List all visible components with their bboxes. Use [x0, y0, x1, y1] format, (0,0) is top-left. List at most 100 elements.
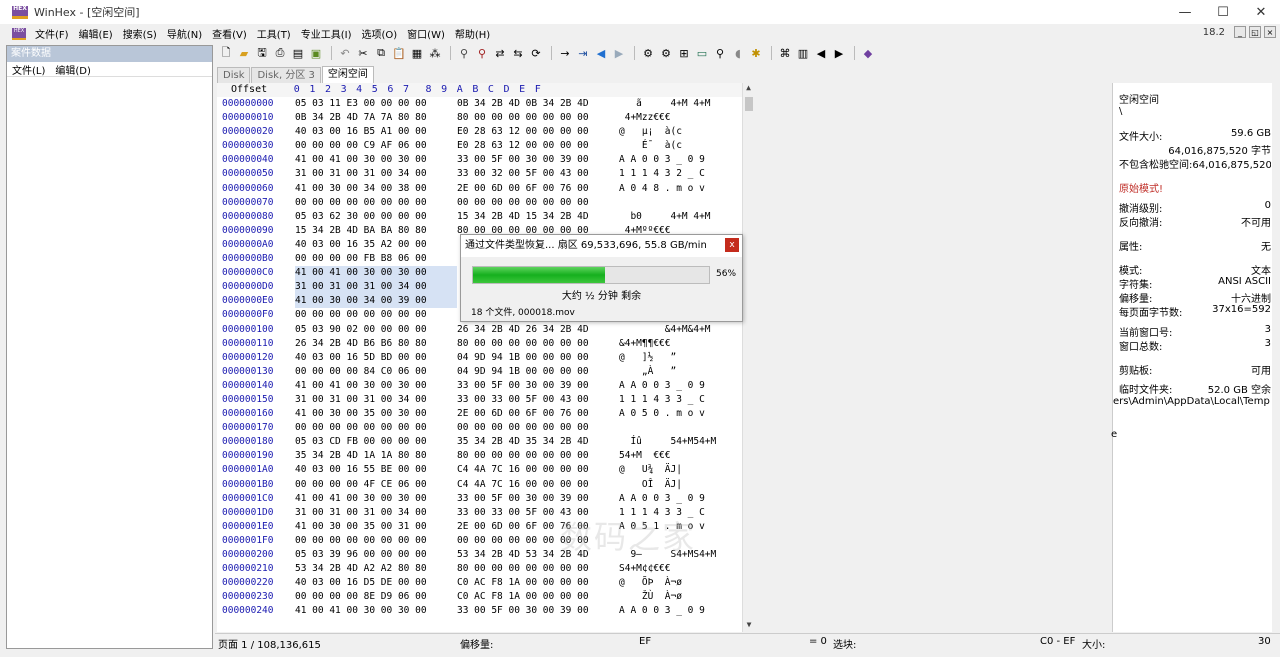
replace-hex-icon[interactable]: ⇆ — [510, 45, 526, 61]
calculator-icon[interactable]: ▭ — [694, 45, 710, 61]
open-folder-icon[interactable]: ▰ — [236, 45, 252, 61]
hex-bytes-high: 33 00 32 00 5F 00 43 00 — [457, 168, 589, 180]
case-menu-file[interactable]: 文件(L) — [7, 62, 50, 77]
data-interpreter-icon[interactable]: ⊞ — [676, 45, 692, 61]
hex-row[interactable]: 000000050 31 00 31 00 31 00 34 00 33 00 32… — [217, 167, 754, 181]
tab-disk[interactable]: Disk — [217, 67, 251, 83]
hex-row[interactable]: 000000120 40 03 00 16 5D BD 00 00 04 9D 94… — [217, 351, 754, 365]
undo-icon[interactable]: ↶ — [337, 45, 353, 61]
hex-row[interactable]: 000000100 05 03 90 02 00 00 00 00 26 34 2B… — [217, 323, 754, 337]
hex-row-offset: 000000080 — [222, 210, 274, 222]
scroll-up-icon[interactable]: ▲ — [743, 83, 754, 95]
status-bar: 页面 1 / 108,136,615 偏移量: EF = 0 选块: C0 - … — [215, 633, 1280, 651]
document-icon[interactable]: HEX — [12, 27, 26, 40]
hex-row[interactable]: 000000000 05 03 11 E3 00 00 00 00 0B 34 2B… — [217, 97, 754, 111]
replace-text-icon[interactable]: ⇄ — [492, 45, 508, 61]
search-icon[interactable]: ⚲ — [712, 45, 728, 61]
back-icon[interactable]: ◀ — [593, 45, 609, 61]
case-data-title: 案件数据 — [7, 46, 212, 62]
hex-row[interactable]: 000000160 41 00 30 00 35 00 30 00 2E 00 6D… — [217, 407, 754, 421]
menu-view[interactable]: 查看(V) — [207, 26, 252, 41]
hex-row[interactable]: 000000080 05 03 62 30 00 00 00 00 15 34 2B… — [217, 210, 754, 224]
copy-icon[interactable]: ⧉ — [373, 45, 389, 61]
info-path: \ — [1119, 106, 1123, 117]
menu-tools[interactable]: 工具(T) — [252, 26, 296, 41]
hex-row[interactable]: 000000220 40 03 00 16 D5 DE 00 00 C0 AC F8… — [217, 576, 754, 590]
copy-block-icon[interactable]: ▦ — [409, 45, 425, 61]
hex-row-ascii — [619, 196, 754, 210]
hex-row-offset: 000000040 — [222, 154, 274, 166]
mdi-restore-button[interactable]: ◱ — [1249, 26, 1261, 38]
hex-convert-icon[interactable]: ⁂ — [427, 45, 443, 61]
mdi-minimize-button[interactable]: _ — [1234, 26, 1246, 38]
window-controls: — ☐ ✕ — [1166, 0, 1280, 24]
tab-disk-partition-3[interactable]: Disk, 分区 3 — [251, 67, 321, 83]
analyze-icon[interactable]: ⌘ — [777, 45, 793, 61]
vertical-scrollbar[interactable]: ▲ ▼ — [742, 83, 754, 632]
status-offset-label: 偏移量: — [460, 640, 494, 651]
hex-row[interactable]: 000000020 40 03 00 16 B5 A1 00 00 E0 28 63… — [217, 125, 754, 139]
hex-row[interactable]: 000000170 00 00 00 00 00 00 00 00 00 00 00… — [217, 421, 754, 435]
scroll-down-icon[interactable]: ▼ — [743, 620, 755, 632]
goto-offset-icon[interactable]: → — [557, 45, 573, 61]
speaker-icon[interactable]: ◖ — [730, 45, 746, 61]
hex-row[interactable]: 000000150 31 00 31 00 31 00 34 00 33 00 33… — [217, 393, 754, 407]
hex-row[interactable]: 0000001C0 41 00 41 00 30 00 30 00 33 00 5F… — [217, 492, 754, 506]
hex-row[interactable]: 000000130 00 00 00 00 84 C0 06 00 04 9D 94… — [217, 365, 754, 379]
open-disk-icon[interactable]: ▣ — [308, 45, 324, 61]
hex-row[interactable]: 000000190 35 34 2B 4D 1A 1A 80 80 80 00 00… — [217, 449, 754, 463]
paste-icon[interactable]: 📋 — [391, 45, 407, 61]
find-text-icon[interactable]: ⚲ — [456, 45, 472, 61]
properties-icon[interactable]: ▤ — [290, 45, 306, 61]
hex-row-ascii: ŽÙ À¬ø — [619, 591, 682, 603]
goto-sector-icon[interactable]: ⇥ — [575, 45, 591, 61]
hex-row[interactable]: 000000140 41 00 41 00 30 00 30 00 33 00 5F… — [217, 379, 754, 393]
hex-row[interactable]: 000000040 41 00 41 00 30 00 30 00 33 00 5F… — [217, 153, 754, 167]
hex-row[interactable]: 0000001A0 40 03 00 16 55 BE 00 00 C4 4A 7C… — [217, 463, 754, 477]
hex-row[interactable]: 000000180 05 03 CD FB 00 00 00 00 35 34 2B… — [217, 435, 754, 449]
minimize-button[interactable]: — — [1166, 0, 1204, 24]
find-hex-icon[interactable]: ⚲ — [474, 45, 490, 61]
close-button[interactable]: ✕ — [1242, 0, 1280, 24]
case-menu-edit[interactable]: 编辑(D) — [50, 62, 96, 77]
hex-row[interactable]: 000000010 0B 34 2B 4D 7A 7A 80 80 80 00 00… — [217, 111, 754, 125]
hex-row-offset: 000000060 — [222, 182, 274, 194]
template-icon[interactable]: ▥ — [795, 45, 811, 61]
dialog-close-button[interactable]: x — [725, 238, 739, 252]
total-windows-value: 3 — [1264, 338, 1271, 349]
file-size-bytes: 64,016,875,520 字节 — [1168, 146, 1271, 156]
next-window-icon[interactable]: ▶ — [831, 45, 847, 61]
save-icon[interactable]: 🖫 — [254, 45, 270, 61]
menu-search[interactable]: 搜索(S) — [118, 26, 162, 41]
cut-icon[interactable]: ✂ — [355, 45, 371, 61]
new-file-icon[interactable]: 🗋 — [218, 45, 234, 61]
hex-row[interactable]: 000000060 41 00 30 00 34 00 38 00 2E 00 6D… — [217, 182, 754, 196]
disk-tools-icon[interactable]: ⚙ — [640, 45, 656, 61]
previous-window-icon[interactable]: ◀ — [813, 45, 829, 61]
menu-file[interactable]: 文件(F) — [30, 26, 74, 41]
menu-window[interactable]: 窗口(W) — [402, 26, 450, 41]
scroll-thumb[interactable] — [745, 97, 753, 111]
hash-icon[interactable]: ✱ — [748, 45, 764, 61]
tab-free-space[interactable]: 空闲空间 — [321, 66, 374, 83]
hex-bytes-high: 35 34 2B 4D 35 34 2B 4D — [457, 436, 589, 448]
print-icon[interactable]: ⎙ — [272, 45, 288, 61]
ram-editor-icon[interactable]: ⚙ — [658, 45, 674, 61]
menu-edit[interactable]: 编辑(E) — [74, 26, 118, 41]
menu-navigate[interactable]: 导航(N) — [162, 26, 207, 41]
mdi-close-button[interactable]: × — [1264, 26, 1276, 38]
menu-specialist-tools[interactable]: 专业工具(I) — [296, 26, 357, 41]
hex-row[interactable]: 000000240 41 00 41 00 30 00 30 00 33 00 5F… — [217, 604, 754, 618]
hex-row[interactable]: 000000210 53 34 2B 4D A2 A2 80 80 80 00 00… — [217, 562, 754, 576]
options-icon[interactable]: ◆ — [860, 45, 876, 61]
find-again-icon[interactable]: ⟳ — [528, 45, 544, 61]
menu-help[interactable]: 帮助(H) — [450, 26, 495, 41]
hex-row[interactable]: 000000030 00 00 00 00 C9 AF 06 00 E0 28 63… — [217, 139, 754, 153]
hex-row[interactable]: 000000230 00 00 00 00 8E D9 06 00 C0 AC F8… — [217, 590, 754, 604]
forward-icon[interactable]: ▶ — [611, 45, 627, 61]
hex-row[interactable]: 000000070 00 00 00 00 00 00 00 00 00 00 00… — [217, 196, 754, 210]
hex-row[interactable]: 000000110 26 34 2B 4D B6 B6 80 80 80 00 00… — [217, 337, 754, 351]
maximize-button[interactable]: ☐ — [1204, 0, 1242, 24]
menu-options[interactable]: 选项(O) — [356, 26, 402, 41]
hex-row[interactable]: 0000001B0 00 00 00 00 4F CE 06 00 C4 4A 7C… — [217, 478, 754, 492]
